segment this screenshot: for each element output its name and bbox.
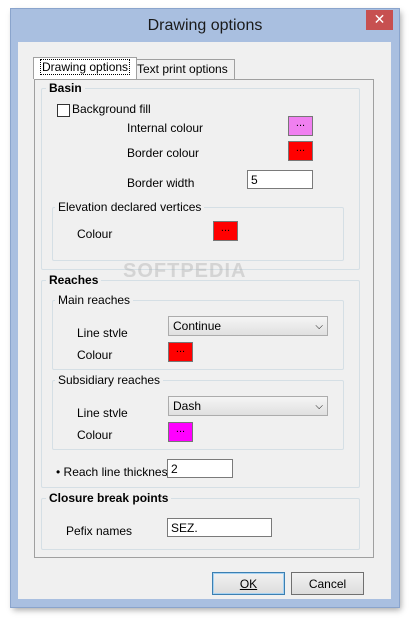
chevron-down-icon: ⌵ bbox=[315, 321, 323, 332]
bullet-icon: • bbox=[56, 465, 61, 479]
prefix-names-input[interactable]: SEZ. bbox=[167, 518, 272, 537]
elevation-group: Elevation declared vertices Colour ... bbox=[52, 200, 344, 261]
tab-drawing-options[interactable]: Drawing options bbox=[33, 57, 138, 79]
main-reaches-title: Main reaches bbox=[55, 293, 134, 307]
window-title: Drawing options bbox=[147, 17, 263, 34]
dialog-window: Drawing options ✕ Drawing options Text p… bbox=[11, 9, 399, 607]
border-colour-label: Border colour bbox=[127, 146, 200, 160]
cancel-label: Cancel bbox=[308, 577, 347, 591]
prefix-names-label: Pefix names bbox=[66, 524, 133, 538]
tab-panel: Basin Background fill Internal colour ..… bbox=[34, 79, 374, 558]
background-fill-checkbox[interactable] bbox=[57, 104, 70, 117]
basin-title: Basin bbox=[46, 81, 85, 95]
subsidiary-line-style-select[interactable]: Dash ⌵ bbox=[168, 396, 328, 416]
chevron-down-icon: ⌵ bbox=[315, 401, 323, 412]
tab-text-print-options[interactable]: Text print options bbox=[130, 59, 235, 79]
main-line-style-value: Continue bbox=[173, 319, 222, 333]
title-bar[interactable]: Drawing options ✕ bbox=[11, 9, 399, 42]
reach-thickness-text: Reach line thickness bbox=[63, 465, 174, 479]
tab-label: Text print options bbox=[137, 62, 228, 76]
subsidiary-reaches-title: Subsidiary reaches bbox=[55, 373, 164, 387]
reaches-group: Reaches Main reaches Line stvle Continue… bbox=[41, 273, 360, 488]
ok-button[interactable]: OK bbox=[212, 572, 285, 595]
watermark: SOFTPEDIA bbox=[123, 260, 247, 282]
main-colour-button[interactable]: ... bbox=[168, 342, 193, 362]
main-line-style-label: Line stvle bbox=[77, 326, 128, 340]
elevation-colour-button[interactable]: ... bbox=[213, 221, 238, 241]
main-reaches-group: Main reaches Line stvle Continue ⌵ Colou… bbox=[52, 293, 344, 370]
main-colour-label: Colour bbox=[77, 348, 113, 362]
elevation-title: Elevation declared vertices bbox=[55, 200, 205, 214]
border-width-label: Border width bbox=[127, 176, 195, 190]
border-colour-button[interactable]: ... bbox=[288, 141, 313, 161]
internal-colour-label: Internal colour bbox=[127, 121, 204, 135]
subsidiary-line-style-value: Dash bbox=[173, 399, 202, 413]
border-width-input[interactable]: 5 bbox=[247, 170, 313, 189]
cancel-button[interactable]: Cancel bbox=[291, 572, 364, 595]
background-fill-label: Background fill bbox=[72, 102, 151, 116]
reaches-title: Reaches bbox=[46, 273, 102, 287]
closure-title: Closure break points bbox=[46, 491, 172, 505]
subsidiary-colour-button[interactable]: ... bbox=[168, 422, 193, 442]
internal-colour-button[interactable]: ... bbox=[288, 116, 313, 136]
basin-group: Basin Background fill Internal colour ..… bbox=[41, 81, 360, 270]
dialog-client: Drawing options Text print options Basin… bbox=[18, 42, 391, 599]
reach-thickness-input[interactable]: 2 bbox=[167, 459, 233, 478]
closure-group: Closure break points Pefix names SEZ. bbox=[41, 491, 360, 550]
elevation-colour-label: Colour bbox=[77, 227, 113, 241]
subsidiary-colour-label: Colour bbox=[77, 428, 113, 442]
reach-thickness-label: • Reach line thickness bbox=[56, 465, 174, 479]
main-line-style-select[interactable]: Continue ⌵ bbox=[168, 316, 328, 336]
close-icon[interactable]: ✕ bbox=[366, 10, 393, 30]
subsidiary-line-style-label: Line stvle bbox=[77, 406, 128, 420]
subsidiary-reaches-group: Subsidiary reaches Line stvle Dash ⌵ Col… bbox=[52, 373, 344, 450]
ok-label: OK bbox=[239, 577, 258, 591]
tab-label: Drawing options bbox=[40, 59, 131, 75]
